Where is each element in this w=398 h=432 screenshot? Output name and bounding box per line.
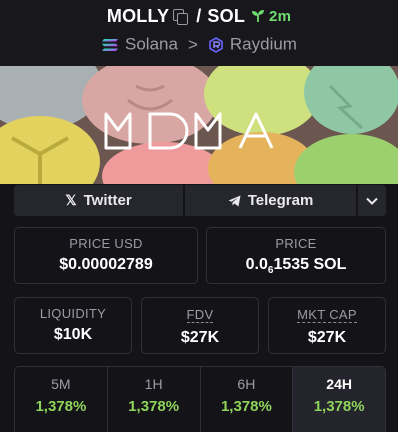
token-header: MOLLY / SOL 2m Solana > Raydium (0, 0, 398, 66)
more-links-button[interactable] (358, 185, 386, 216)
social-links: 𝕏 Twitter Telegram (14, 185, 386, 216)
tab-5m[interactable]: 5M 1,378% (15, 367, 108, 432)
token-symbol: MOLLY (106, 5, 170, 26)
fdv-value: $27K (180, 329, 220, 346)
twitter-label: Twitter (83, 192, 132, 209)
market-cap-card[interactable]: MKT CAP $27K (268, 297, 386, 354)
sprout-icon (252, 10, 265, 23)
price-usd-label: PRICE USD (69, 236, 143, 251)
chain-breadcrumb: Solana > Raydium (0, 34, 398, 55)
chain-name[interactable]: Solana (125, 35, 178, 54)
pair-title: MOLLY / SOL 2m (0, 5, 398, 27)
token-banner-image (0, 66, 398, 184)
twitter-button[interactable]: 𝕏 Twitter (14, 185, 183, 216)
pair-separator: / (196, 5, 202, 26)
telegram-label: Telegram (247, 192, 314, 209)
telegram-icon (228, 195, 241, 206)
liquidity-card: LIQUIDITY $10K (14, 297, 132, 354)
chevron-right-icon: > (187, 34, 198, 54)
raydium-icon (209, 36, 223, 53)
copy-icon[interactable] (173, 9, 189, 26)
timeframe-change: 1,378% (220, 398, 272, 415)
solana-icon (102, 38, 119, 51)
market-cap-label: MKT CAP (297, 307, 357, 323)
timeframe-change: 1,378% (313, 398, 365, 415)
quote-symbol: SOL (207, 5, 246, 26)
price-native-card: PRICE 0.061535 SOL (206, 227, 386, 284)
liquidity-label: LIQUIDITY (39, 306, 107, 321)
timeframe-change: 1,378% (128, 398, 180, 415)
tab-6h[interactable]: 6H 1,378% (201, 367, 294, 432)
tab-24h[interactable]: 24H 1,378% (293, 367, 385, 432)
x-logo-icon: 𝕏 (65, 192, 77, 208)
timeframe-tabs: 5M 1,378% 1H 1,378% 6H 1,378% 24H 1,378% (14, 366, 386, 432)
price-native-prefix: 0.0 (245, 256, 268, 273)
market-cap-value: $27K (307, 329, 347, 346)
price-native-digits: 1535 SOL (273, 256, 347, 273)
liquidity-value: $10K (53, 326, 93, 343)
price-usd-card: PRICE USD $0.00002789 (14, 227, 198, 284)
telegram-button[interactable]: Telegram (185, 185, 356, 216)
banner-art (0, 66, 398, 184)
price-usd-value: $0.00002789 (59, 256, 153, 273)
fdv-label: FDV (186, 307, 214, 323)
price-native-value: 0.061535 SOL (207, 256, 385, 276)
timeframe-label: 1H (144, 376, 163, 392)
dex-name[interactable]: Raydium (230, 35, 297, 54)
tab-1h[interactable]: 1H 1,378% (108, 367, 201, 432)
chevron-down-icon (366, 197, 378, 205)
timeframe-label: 5M (51, 376, 71, 392)
fdv-card[interactable]: FDV $27K (141, 297, 259, 354)
timeframe-change: 1,378% (35, 398, 87, 415)
pair-age: 2m (269, 7, 292, 25)
timeframe-label: 6H (237, 376, 256, 392)
timeframe-label: 24H (326, 376, 352, 392)
price-native-label: PRICE (275, 236, 317, 251)
